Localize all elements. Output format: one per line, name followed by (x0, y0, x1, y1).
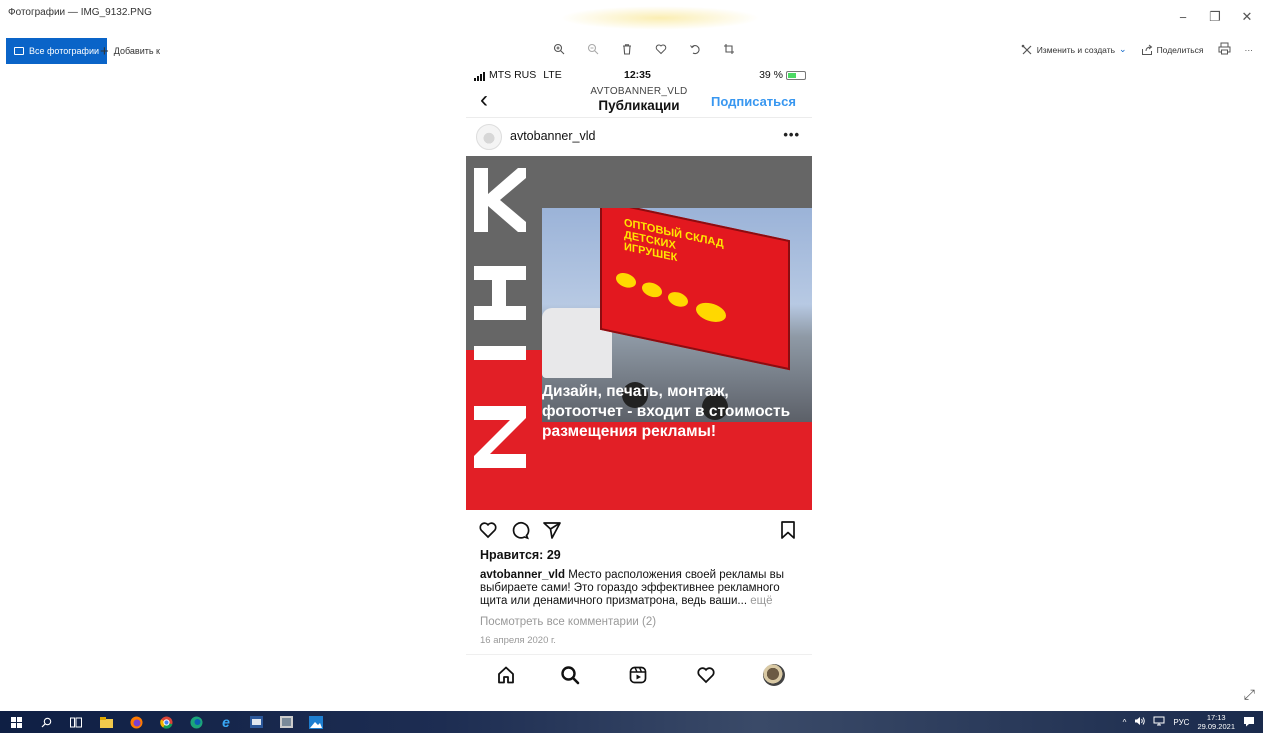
expand-icon[interactable]: ⤢ (1244, 686, 1255, 703)
ad-slogan: Дизайн, печать, монтаж, фотоотчет - вход… (542, 383, 791, 440)
share-button[interactable]: Поделиться (1141, 44, 1204, 56)
share-label: Поделиться (1156, 44, 1204, 55)
battery-status: 39 % (759, 69, 806, 81)
edit-create-icon (1021, 44, 1032, 54)
home-icon[interactable] (494, 663, 518, 687)
file-explorer-icon[interactable] (98, 714, 114, 730)
title-bar: Фотографии — IMG_9132.PNG − ❐ ✕ (0, 0, 1263, 34)
carrier-info: MTS RUS LTE (474, 69, 562, 81)
comment-icon[interactable] (510, 520, 530, 540)
profile-avatar-icon[interactable] (762, 663, 786, 687)
windows-start-icon[interactable] (8, 714, 24, 730)
plus-icon: + (100, 42, 109, 60)
post-header: avtobanner_vld ••• (466, 119, 812, 155)
battery-label: 39 % (759, 69, 783, 81)
taskbar-apps: e (8, 714, 324, 730)
rotate-icon[interactable] (686, 40, 704, 58)
window-title: Фотографии — IMG_9132.PNG (8, 7, 152, 18)
caption-username[interactable]: avtobanner_vld (480, 569, 565, 581)
taskbar-clock[interactable]: 17:13 29.09.2021 (1197, 713, 1235, 731)
subscribe-button[interactable]: Подписаться (711, 94, 796, 109)
network-label: LTE (543, 69, 562, 81)
more-button[interactable]: ··· (1245, 45, 1254, 55)
post-actions (466, 516, 812, 544)
post-image[interactable]: ОПТОВЫЙ СКЛАД ДЕТСКИХ ИГРУШЕК Дизайн, пе… (466, 156, 812, 510)
internet-explorer-icon[interactable]: e (218, 714, 234, 730)
battery-icon (786, 70, 806, 80)
all-photos-label: Все фотографии (29, 46, 100, 56)
instagram-tab-bar (466, 654, 812, 692)
truck-sign-text: ОПТОВЫЙ СКЛАД ДЕТСКИХ ИГРУШЕК (624, 216, 724, 265)
minimize-button[interactable]: − (1167, 0, 1199, 34)
likes-count[interactable]: Нравится: 29 (480, 548, 561, 562)
search-taskbar-icon[interactable] (38, 714, 54, 730)
phone-screenshot: MTS RUS LTE 12:35 39 % ‹ AVTOBANNER_VLD … (466, 66, 812, 692)
reels-icon[interactable] (626, 663, 650, 687)
post-date: 16 апреля 2020 г. (480, 635, 556, 646)
search-icon[interactable] (558, 663, 582, 687)
language-indicator[interactable]: РУС (1173, 718, 1189, 727)
system-tray: ^ РУС 17:13 29.09.2021 (1123, 713, 1255, 731)
network-icon[interactable] (1153, 716, 1165, 728)
crop-icon[interactable] (720, 40, 738, 58)
add-to-label: Добавить к (113, 46, 160, 56)
tray-chevron-icon[interactable]: ^ (1123, 718, 1127, 727)
restore-button[interactable]: ❐ (1199, 0, 1231, 34)
photos-taskbar-icon[interactable] (308, 714, 324, 730)
favorite-icon[interactable] (652, 40, 670, 58)
firefox-icon[interactable] (128, 714, 144, 730)
photo-app-icon[interactable] (278, 714, 294, 730)
status-time: 12:35 (624, 69, 651, 81)
image-tools (550, 40, 738, 58)
send-icon[interactable] (542, 520, 562, 540)
app-toolbar: Все фотографии + Добавить к Изменить и с… (0, 34, 1263, 66)
phone-status-bar: MTS RUS LTE 12:35 39 % (466, 66, 812, 84)
add-to-button[interactable]: + Добавить к (100, 38, 160, 64)
windows-taskbar: e ^ РУС 17:13 29.09.2021 (0, 711, 1263, 733)
post-caption: avtobanner_vld Место расположения своей … (480, 569, 810, 608)
clock-time: 17:13 (1206, 713, 1226, 722)
share-icon (1141, 44, 1152, 55)
post-username[interactable]: avtobanner_vld (510, 129, 595, 143)
edge-icon[interactable] (188, 714, 204, 730)
photos-icon (14, 47, 24, 55)
bookmark-icon[interactable] (778, 520, 798, 540)
title-glow (560, 6, 760, 30)
task-view-icon[interactable] (68, 714, 84, 730)
chrome-icon[interactable] (158, 714, 174, 730)
brand-letters-graphic (474, 168, 526, 468)
all-photos-button[interactable]: Все фотографии (6, 38, 108, 64)
edit-create-button[interactable]: Изменить и создать ⌄ (1021, 44, 1127, 56)
print-icon[interactable] (1218, 42, 1231, 57)
caption-more-link[interactable]: ещё (747, 595, 772, 607)
zoom-in-icon[interactable] (550, 40, 568, 58)
truck-billboard: ОПТОВЫЙ СКЛАД ДЕТСКИХ ИГРУШЕК (600, 208, 790, 371)
activity-heart-icon[interactable] (694, 663, 718, 687)
edit-create-label: Изменить и создать (1036, 44, 1116, 55)
like-heart-icon[interactable] (478, 520, 498, 540)
word-icon[interactable] (248, 714, 264, 730)
view-comments-link[interactable]: Посмотреть все комментарии (2) (480, 616, 656, 628)
more-options-icon[interactable]: ••• (783, 127, 800, 142)
chevron-down-icon: ⌄ (1119, 44, 1127, 54)
zoom-out-icon[interactable] (584, 40, 602, 58)
window-controls: − ❐ ✕ (1167, 0, 1263, 34)
post-navigation-header: ‹ AVTOBANNER_VLD Публикации Подписаться (466, 84, 812, 118)
clock-date: 29.09.2021 (1197, 722, 1235, 731)
close-button[interactable]: ✕ (1231, 0, 1263, 34)
right-toolbar: Изменить и создать ⌄ Поделиться ··· (1021, 42, 1253, 57)
carrier-label: MTS RUS (489, 69, 537, 81)
volume-icon[interactable] (1134, 716, 1146, 728)
notifications-icon[interactable] (1243, 716, 1255, 729)
avatar[interactable] (476, 124, 502, 150)
delete-icon[interactable] (618, 40, 636, 58)
signal-icon (474, 72, 485, 81)
